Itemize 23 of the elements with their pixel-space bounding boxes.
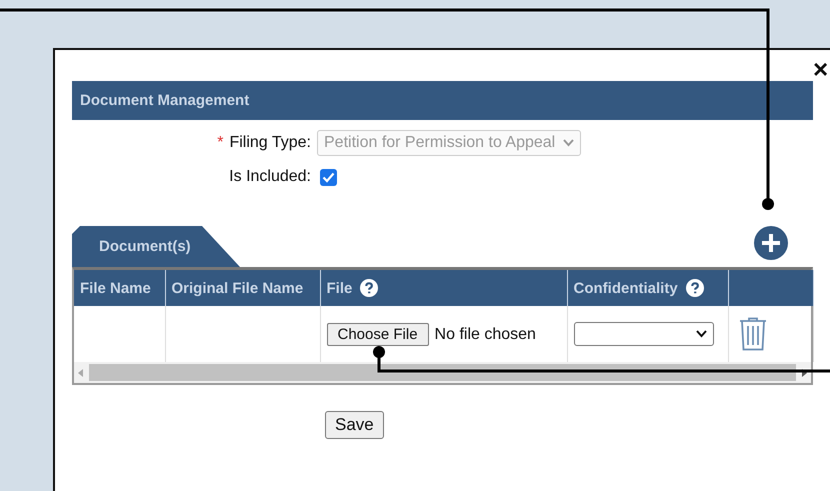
field-label: Is Included: (229, 168, 311, 186)
choose-file-button[interactable]: Choose File (326, 322, 429, 346)
field-label: Filing Type: (229, 134, 311, 152)
column-label: Confidentiality (574, 280, 678, 296)
scroll-right-icon[interactable] (802, 368, 807, 376)
save-button[interactable]: Save (325, 411, 384, 439)
caret-icon (563, 139, 574, 147)
caret-icon (696, 330, 706, 338)
horizontal-scrollbar[interactable] (74, 362, 811, 383)
column-label: File Name (80, 280, 151, 296)
close-button[interactable]: × (813, 54, 828, 84)
section-header: Document Management (72, 81, 813, 120)
column-label: Original File Name (172, 280, 304, 296)
help-icon[interactable] (360, 279, 378, 297)
trash-icon[interactable] (738, 317, 768, 351)
confidentiality-dropdown[interactable] (574, 322, 714, 346)
column-label: File (326, 280, 352, 296)
required-mark: * (217, 134, 224, 152)
add-icon[interactable] (754, 226, 788, 260)
tab[interactable]: Document(s) (72, 226, 240, 267)
file-status: No file chosen (434, 326, 536, 342)
checkbox[interactable] (320, 168, 337, 186)
help-icon[interactable] (686, 279, 704, 297)
